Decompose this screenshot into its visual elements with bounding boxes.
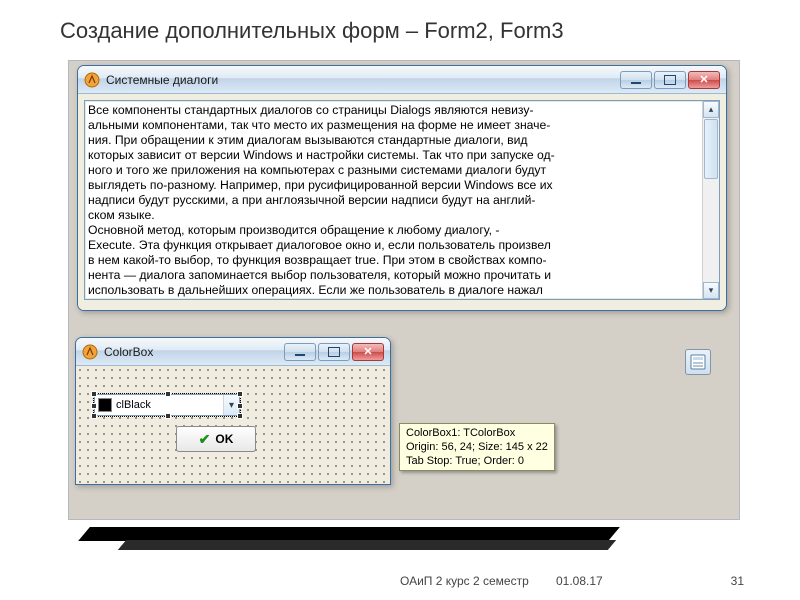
decorative-shadow [118, 540, 616, 550]
color-swatch [98, 398, 112, 412]
selection-handle[interactable] [237, 391, 243, 397]
colorbox-control[interactable]: clBlack [94, 394, 240, 416]
selection-handle[interactable] [91, 391, 97, 397]
selection-handle[interactable] [237, 403, 243, 409]
close-button[interactable] [352, 343, 384, 361]
minimize-button[interactable] [620, 71, 652, 89]
vertical-scrollbar[interactable]: ▴ ▾ [702, 101, 719, 299]
close-button[interactable] [688, 71, 720, 89]
scroll-thumb[interactable] [704, 119, 718, 179]
form-colorbox[interactable]: ColorBox clBlack [75, 337, 391, 485]
memo-control[interactable]: Все компоненты стандартных диалогов со с… [84, 100, 720, 300]
window-title: ColorBox [104, 345, 284, 359]
titlebar[interactable]: Системные диалоги [78, 66, 726, 94]
form-design-surface[interactable]: clBlack ✔ OK [76, 366, 390, 484]
footer-course: ОАиП 2 курс 2 семестр [400, 574, 529, 588]
hint-line: Tab Stop: True; Order: 0 [406, 455, 524, 467]
ide-design-area: Системные диалоги Все компоненты стандар… [68, 60, 740, 520]
hint-line: Origin: 56, 24; Size: 145 x 22 [406, 441, 548, 453]
ok-button[interactable]: ✔ OK [176, 426, 256, 452]
delphi-icon [82, 344, 98, 360]
form-system-dialogs[interactable]: Системные диалоги Все компоненты стандар… [77, 65, 727, 311]
delphi-icon [84, 72, 100, 88]
memo-text: Все компоненты стандартных диалогов со с… [88, 103, 701, 297]
decorative-shadow [78, 527, 620, 541]
object-hint-tooltip: ColorBox1: TColorBox Origin: 56, 24; Siz… [399, 423, 555, 471]
footer-page-number: 31 [731, 574, 744, 588]
scroll-up-button[interactable]: ▴ [703, 101, 719, 118]
selection-handle[interactable] [91, 413, 97, 419]
slide-title: Создание дополнительных форм – Form2, Fo… [60, 18, 564, 44]
titlebar[interactable]: ColorBox [76, 338, 390, 366]
form-client-area: Все компоненты стандартных диалогов со с… [78, 94, 726, 310]
hint-line: ColorBox1: TColorBox [406, 427, 515, 439]
scroll-down-button[interactable]: ▾ [703, 282, 719, 299]
maximize-button[interactable] [654, 71, 686, 89]
selection-handle[interactable] [165, 391, 171, 397]
footer-date: 01.08.17 [556, 574, 603, 588]
checkmark-icon: ✔ [199, 431, 211, 448]
selection-handle[interactable] [165, 413, 171, 419]
component-palette-icon[interactable] [685, 349, 711, 375]
window-title: Системные диалоги [106, 73, 620, 87]
selection-handle[interactable] [91, 403, 97, 409]
selection-handle[interactable] [237, 413, 243, 419]
colorbox-value: clBlack [116, 399, 223, 411]
maximize-button[interactable] [318, 343, 350, 361]
minimize-button[interactable] [284, 343, 316, 361]
ok-button-label: OK [215, 432, 233, 446]
